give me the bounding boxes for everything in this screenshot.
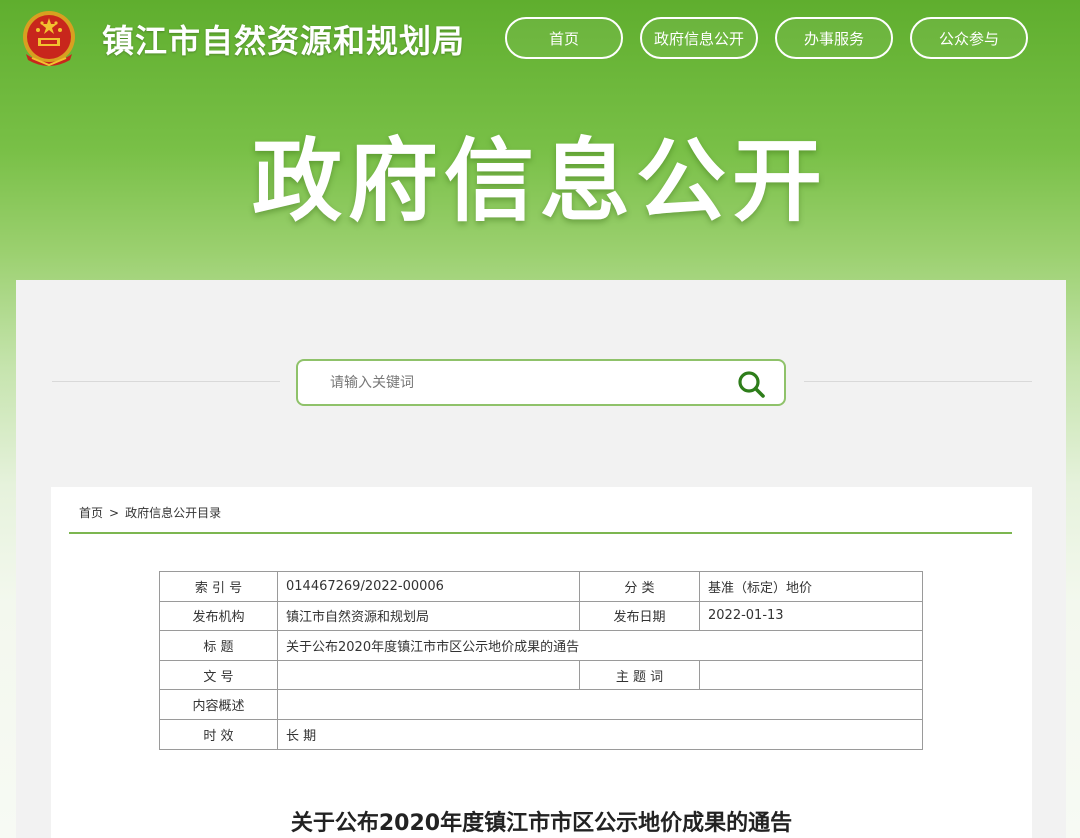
publisher-label: 发布机构 (159, 600, 278, 632)
category-value: 基准（标定）地价 (699, 571, 923, 602)
breadcrumb-current-link[interactable]: 政府信息公开目录 (125, 504, 221, 521)
breadcrumb-divider (69, 532, 1012, 534)
publisher-value: 镇江市自然资源和规划局 (277, 600, 580, 632)
validity-value: 长 期 (277, 718, 923, 750)
table-row: 时 效 长 期 (159, 718, 923, 750)
top-nav: 首页 政府信息公开 办事服务 公众参与 (505, 17, 1028, 59)
index-number-label: 索 引 号 (159, 571, 278, 602)
summary-value (277, 689, 923, 720)
publish-date-value: 2022-01-13 (699, 600, 923, 632)
publish-date-label: 发布日期 (579, 600, 700, 632)
document-number-value (277, 659, 580, 691)
table-row: 索 引 号 014467269/2022-00006 分 类 基准（标定）地价 (159, 571, 923, 602)
document-meta-table: 索 引 号 014467269/2022-00006 分 类 基准（标定）地价 … (159, 571, 923, 750)
content-card: 首页 > 政府信息公开目录 索 引 号 014467269/2022-00006… (51, 487, 1032, 838)
document-number-label: 文 号 (159, 659, 278, 691)
national-emblem-icon (23, 11, 75, 67)
search-box (296, 359, 786, 406)
validity-label: 时 效 (159, 718, 278, 750)
article-title: 关于公布2020年度镇江市市区公示地价成果的通告 (290, 811, 793, 836)
table-row: 文 号 主 题 词 (159, 659, 923, 691)
keywords-value (699, 659, 923, 691)
breadcrumb-home-link[interactable]: 首页 (79, 504, 103, 521)
keywords-label: 主 题 词 (579, 659, 700, 691)
table-row: 标 题 关于公布2020年度镇江市市区公示地价成果的通告 (159, 630, 923, 661)
summary-label: 内容概述 (159, 689, 278, 720)
nav-public-participation-button[interactable]: 公众参与 (910, 17, 1028, 59)
nav-info-disclosure-button[interactable]: 政府信息公开 (640, 17, 758, 59)
title-value: 关于公布2020年度镇江市市区公示地价成果的通告 (277, 630, 923, 661)
site-title: 镇江市自然资源和规划局 (102, 22, 466, 60)
hero-title: 政府信息公开 (252, 129, 828, 234)
title-label: 标 题 (159, 630, 278, 661)
index-number-value: 014467269/2022-00006 (277, 571, 580, 602)
breadcrumb-separator: > (109, 505, 120, 520)
breadcrumb: 首页 > 政府信息公开目录 (79, 504, 221, 521)
table-row: 内容概述 (159, 689, 923, 720)
search-input[interactable] (298, 361, 718, 404)
search-divider-right (804, 381, 1032, 382)
nav-home-button[interactable]: 首页 (505, 17, 623, 59)
nav-services-button[interactable]: 办事服务 (775, 17, 893, 59)
search-divider-left (52, 381, 280, 382)
table-row: 发布机构 镇江市自然资源和规划局 发布日期 2022-01-13 (159, 600, 923, 632)
search-icon[interactable] (736, 369, 766, 399)
category-label: 分 类 (579, 571, 700, 602)
